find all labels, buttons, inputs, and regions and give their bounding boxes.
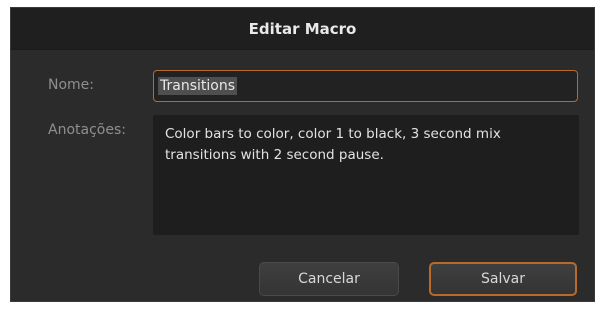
notes-label: Anotações: [48,122,126,138]
name-label: Nome: [48,77,95,93]
name-input-value: Transitions [158,77,237,95]
name-input[interactable]: Transitions [153,70,578,102]
notes-textarea[interactable]: Color bars to color, color 1 to black, 3… [153,115,579,235]
edit-macro-dialog: Editar Macro Nome: Transitions Anotações… [10,7,595,302]
dialog-titlebar: Editar Macro [11,8,594,50]
dialog-title: Editar Macro [248,19,357,38]
save-button[interactable]: Salvar [429,262,577,296]
cancel-button[interactable]: Cancelar [259,262,399,296]
